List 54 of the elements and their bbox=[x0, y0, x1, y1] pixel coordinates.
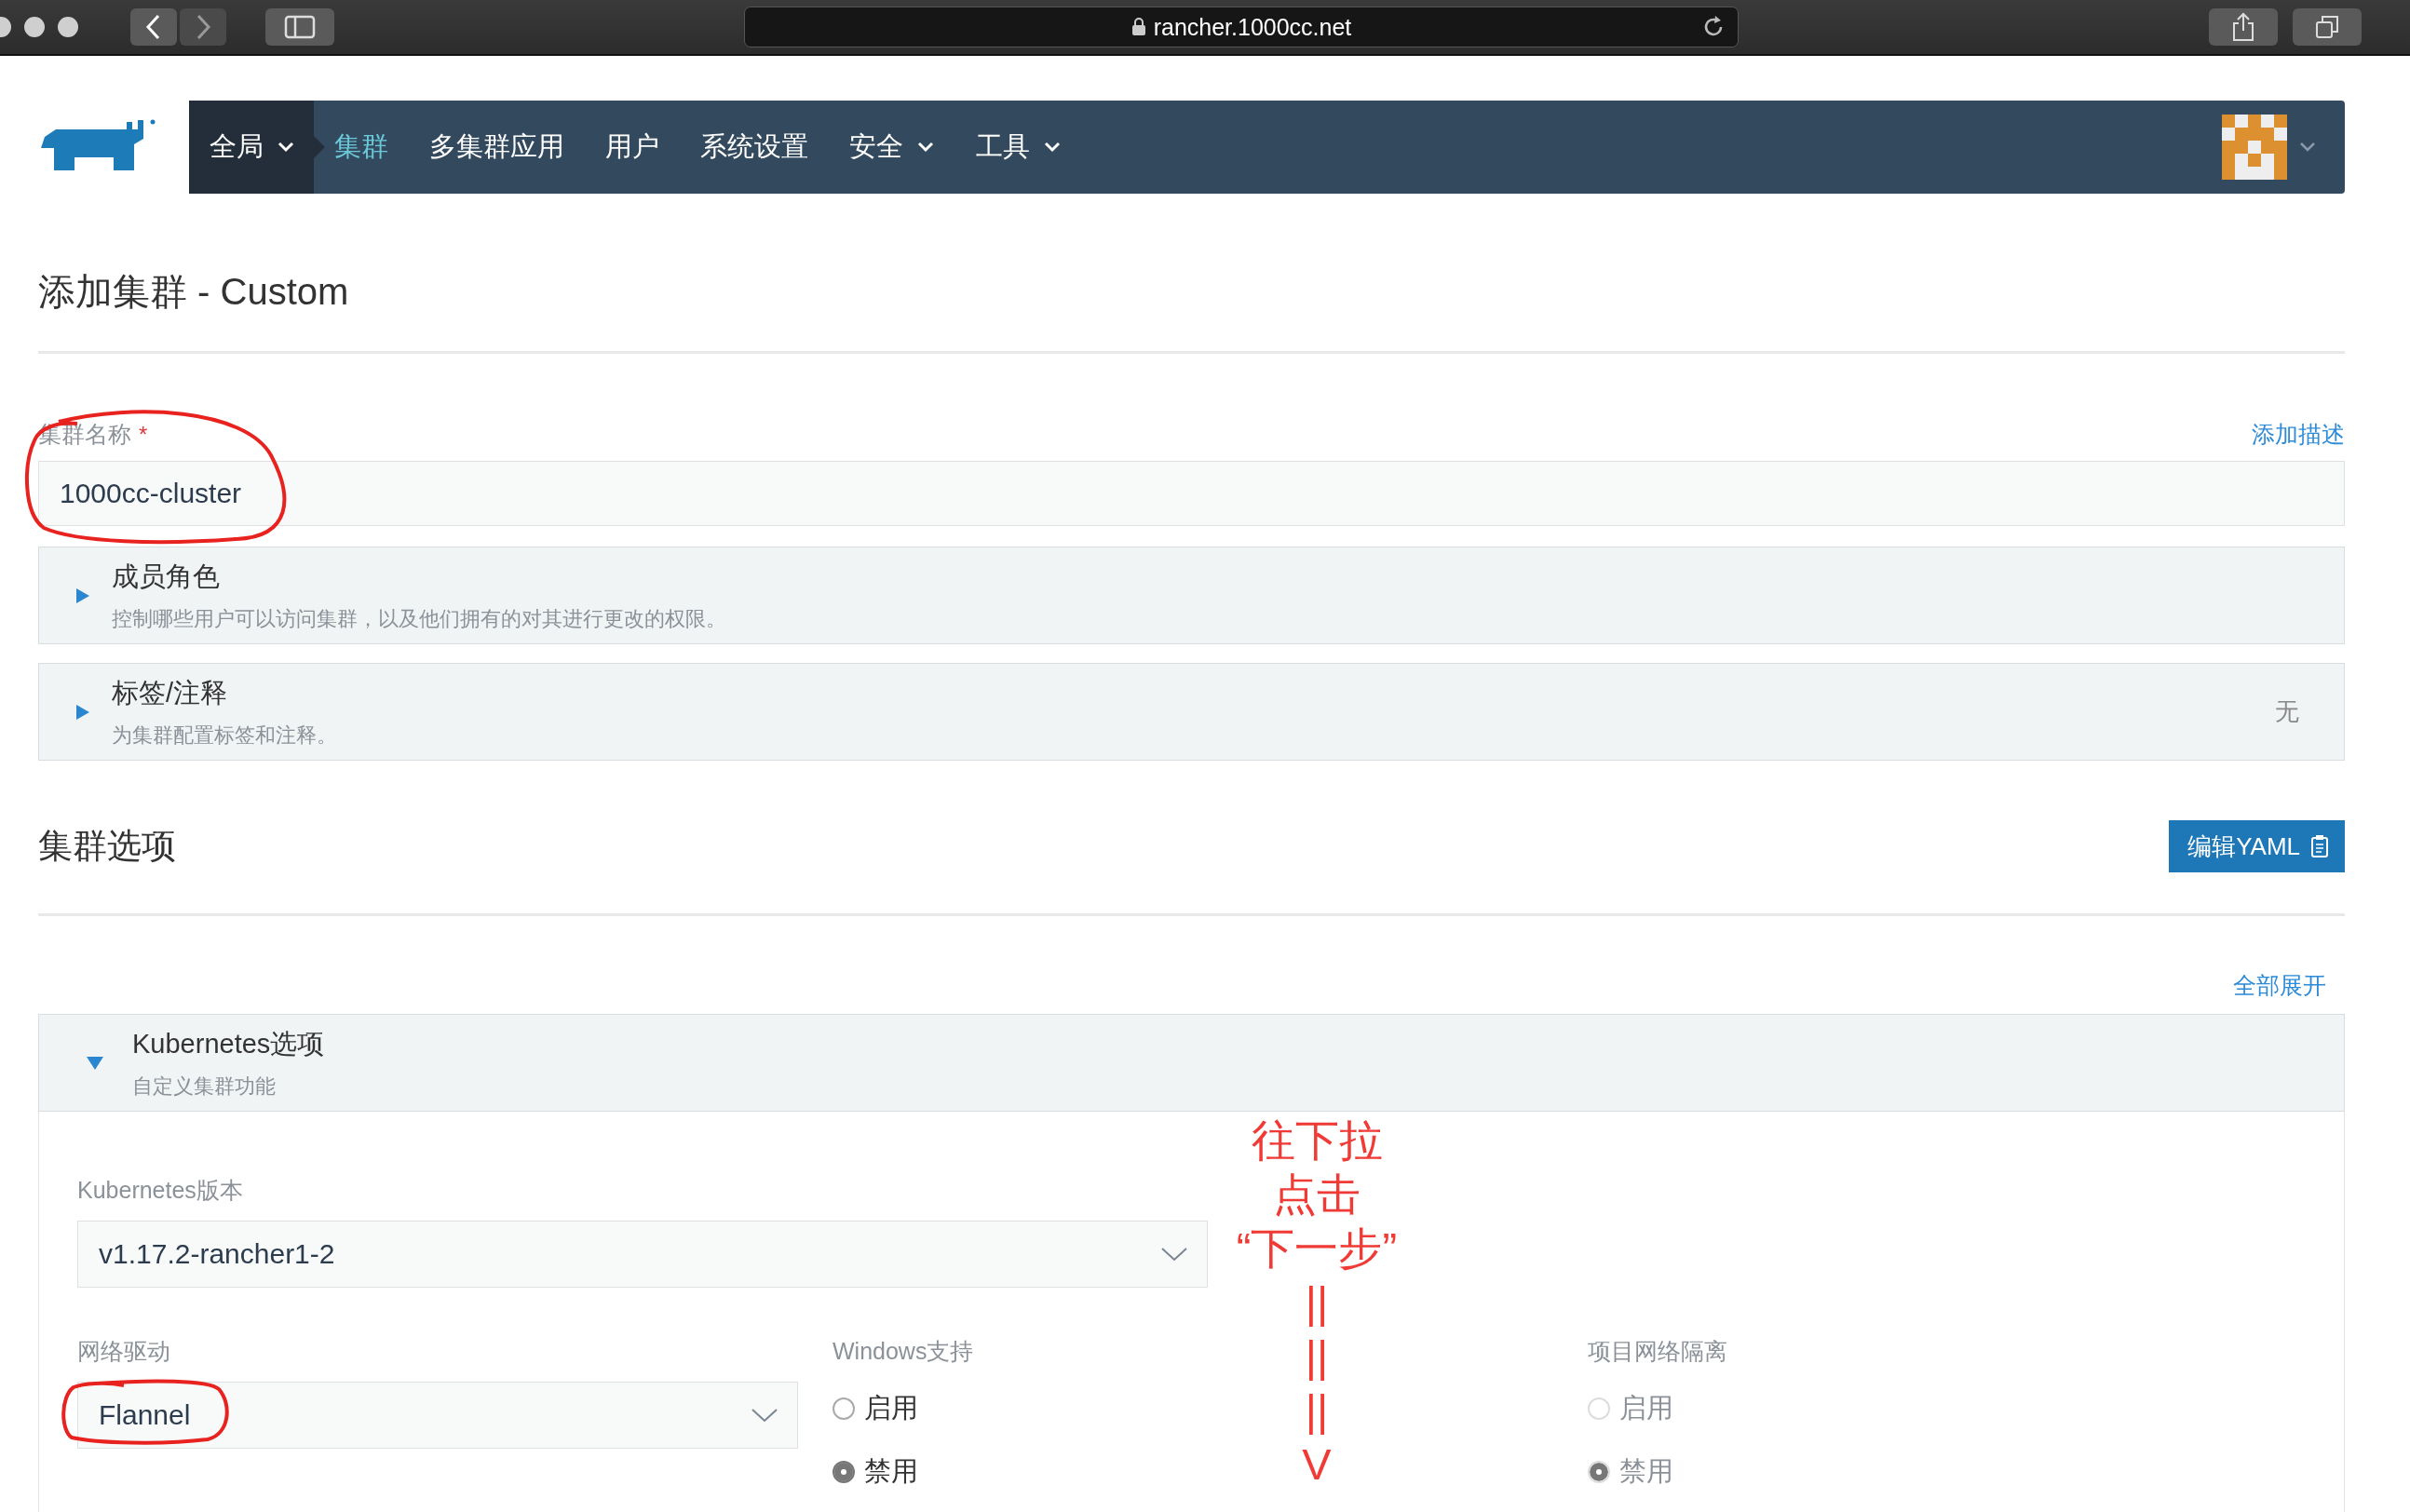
tabs-button[interactable] bbox=[2293, 8, 2362, 46]
panel-status: 无 bbox=[2275, 696, 2299, 727]
collapsible-panel[interactable]: Kubernetes选项 自定义集群功能 bbox=[38, 1014, 2345, 1112]
share-button[interactable] bbox=[2209, 8, 2278, 46]
panel-title: 标签/注释 bbox=[112, 676, 229, 709]
radio-label: 启用 bbox=[864, 1392, 918, 1424]
nav-item[interactable]: 工具 bbox=[955, 101, 1082, 194]
nav-item[interactable]: 多集群应用 bbox=[409, 101, 585, 194]
sidebar-icon bbox=[284, 15, 316, 39]
expand-all-link[interactable]: 全部展开 bbox=[2233, 970, 2326, 1001]
edit-yaml-button[interactable]: 编辑YAML bbox=[2169, 820, 2345, 872]
annotation-text: 往下拉 点击 “下一步” || || || V bbox=[1235, 1114, 1399, 1491]
pixel-avatar-icon bbox=[2222, 115, 2287, 180]
panel-description: 控制哪些用户可以访问集群，以及他们拥有的对其进行更改的权限。 bbox=[112, 605, 726, 632]
add-description-link[interactable]: 添加描述 bbox=[2252, 419, 2345, 450]
collapsible-panel[interactable]: 标签/注释 为集群配置标签和注释。 无 bbox=[38, 663, 2345, 761]
share-icon bbox=[2231, 12, 2255, 42]
page-title: 添加集群 - Custom bbox=[38, 270, 350, 314]
clipboard-icon bbox=[2309, 834, 2330, 858]
field-label: 项目网络隔离 bbox=[1588, 1337, 1727, 1366]
field-label: Kubernetes版本 bbox=[77, 1176, 243, 1205]
radio-button[interactable] bbox=[833, 1461, 855, 1483]
lock-icon bbox=[1131, 18, 1146, 36]
panel-title: 成员角色 bbox=[112, 560, 221, 593]
version-select[interactable]: v1.17.2-rancher1-2 bbox=[77, 1221, 1208, 1288]
network-driver-select[interactable]: Flannel bbox=[77, 1382, 798, 1449]
sidebar-button[interactable] bbox=[265, 8, 334, 46]
tabs-icon bbox=[2314, 14, 2340, 40]
back-button[interactable] bbox=[130, 8, 177, 46]
nav-item[interactable]: 用户 bbox=[585, 101, 680, 194]
chevron-down-icon bbox=[1160, 1246, 1188, 1262]
forward-button[interactable] bbox=[180, 8, 226, 46]
panel-description: 为集群配置标签和注释。 bbox=[112, 722, 337, 749]
panel-description: 自定义集群功能 bbox=[132, 1073, 277, 1100]
chevron-down-icon bbox=[751, 1407, 779, 1424]
window-minimize-dot[interactable] bbox=[24, 17, 45, 37]
field-label: Windows支持 bbox=[833, 1337, 974, 1366]
panel-title: Kubernetes选项 bbox=[132, 1027, 325, 1060]
collapsible-panel[interactable]: 成员角色 控制哪些用户可以访问集群，以及他们拥有的对其进行更改的权限。 bbox=[38, 547, 2345, 644]
nav-item[interactable]: 安全 bbox=[829, 101, 955, 194]
address-bar[interactable]: rancher.1000cc.net bbox=[744, 7, 1739, 47]
field-label: 网络驱动 bbox=[77, 1337, 170, 1366]
radio-button[interactable] bbox=[833, 1397, 855, 1420]
radio-label: 禁用 bbox=[1619, 1455, 1673, 1488]
nav-item[interactable]: 系统设置 bbox=[680, 101, 829, 194]
section-title: 集群选项 bbox=[38, 826, 176, 867]
radio-label: 禁用 bbox=[864, 1455, 918, 1488]
url-text: rancher.1000cc.net bbox=[1131, 13, 1352, 41]
required-asterisk: * bbox=[139, 421, 148, 448]
cluster-name-input[interactable]: 1000cc-cluster bbox=[38, 461, 2345, 526]
caret-icon bbox=[2298, 141, 2317, 154]
nav-item[interactable]: 集群 bbox=[314, 101, 409, 194]
window-zoom-dot[interactable] bbox=[58, 17, 78, 37]
radio-label: 启用 bbox=[1619, 1392, 1673, 1424]
